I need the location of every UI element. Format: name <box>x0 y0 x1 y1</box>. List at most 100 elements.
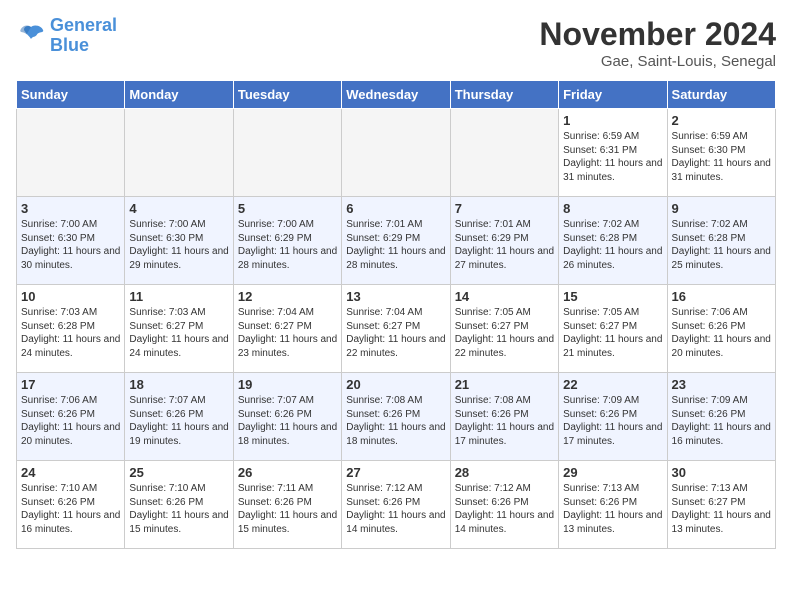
day-info: Sunrise: 7:13 AMSunset: 6:26 PMDaylight:… <box>563 482 662 536</box>
calendar-week-row: 3 Sunrise: 7:00 AMSunset: 6:30 PMDaylight… <box>17 197 776 285</box>
day-number: 28 <box>455 465 554 480</box>
day-info: Sunrise: 7:09 AMSunset: 6:26 PMDaylight:… <box>563 394 662 448</box>
calendar-week-row: 1 Sunrise: 6:59 AMSunset: 6:31 PMDaylight… <box>17 109 776 197</box>
location-subtitle: Gae, Saint-Louis, Senegal <box>539 53 776 70</box>
calendar-cell: 25 Sunrise: 7:10 AMSunset: 6:26 PMDayligh… <box>125 461 233 549</box>
day-info: Sunrise: 7:10 AMSunset: 6:26 PMDaylight:… <box>21 482 120 536</box>
calendar-cell: 9 Sunrise: 7:02 AMSunset: 6:28 PMDaylight… <box>667 197 775 285</box>
calendar-cell: 26 Sunrise: 7:11 AMSunset: 6:26 PMDayligh… <box>233 461 341 549</box>
calendar-cell: 4 Sunrise: 7:00 AMSunset: 6:30 PMDaylight… <box>125 197 233 285</box>
day-number: 6 <box>346 201 445 216</box>
header-thursday: Thursday <box>450 81 558 109</box>
calendar-cell: 24 Sunrise: 7:10 AMSunset: 6:26 PMDayligh… <box>17 461 125 549</box>
day-number: 27 <box>346 465 445 480</box>
day-number: 25 <box>129 465 228 480</box>
day-number: 7 <box>455 201 554 216</box>
calendar-week-row: 17Sunrise: 7:06 AMSunset: 6:26 PMDayligh… <box>17 373 776 461</box>
day-number: 16 <box>672 289 771 304</box>
calendar-cell: 15Sunrise: 7:05 AMSunset: 6:27 PMDayligh… <box>559 285 667 373</box>
day-number: 15 <box>563 289 662 304</box>
day-number: 19 <box>238 377 337 392</box>
day-number: 20 <box>346 377 445 392</box>
calendar-week-row: 24 Sunrise: 7:10 AMSunset: 6:26 PMDayligh… <box>17 461 776 549</box>
day-number: 12 <box>238 289 337 304</box>
day-info: Sunrise: 7:02 AMSunset: 6:28 PMDaylight:… <box>563 218 662 272</box>
calendar-cell: 13 Sunrise: 7:04 AMSunset: 6:27 PMDayligh… <box>342 285 450 373</box>
calendar-cell: 23 Sunrise: 7:09 AMSunset: 6:26 PMDayligh… <box>667 373 775 461</box>
day-number: 29 <box>563 465 662 480</box>
month-title: November 2024 <box>539 16 776 53</box>
header-monday: Monday <box>125 81 233 109</box>
day-info: Sunrise: 7:00 AMSunset: 6:29 PMDaylight:… <box>238 218 337 272</box>
calendar-cell: 14 Sunrise: 7:05 AMSunset: 6:27 PMDayligh… <box>450 285 558 373</box>
calendar-cell: 20Sunrise: 7:08 AMSunset: 6:26 PMDayligh… <box>342 373 450 461</box>
day-number: 30 <box>672 465 771 480</box>
day-info: Sunrise: 7:11 AMSunset: 6:26 PMDaylight:… <box>238 482 337 536</box>
day-number: 9 <box>672 201 771 216</box>
day-number: 1 <box>563 113 662 128</box>
day-info: Sunrise: 7:01 AMSunset: 6:29 PMDaylight:… <box>455 218 554 272</box>
day-info: Sunrise: 7:04 AMSunset: 6:27 PMDaylight:… <box>346 306 445 360</box>
day-info: Sunrise: 7:03 AMSunset: 6:27 PMDaylight:… <box>129 306 228 360</box>
day-info: Sunrise: 7:07 AMSunset: 6:26 PMDaylight:… <box>129 394 228 448</box>
day-info: Sunrise: 7:12 AMSunset: 6:26 PMDaylight:… <box>346 482 445 536</box>
calendar-cell: 22 Sunrise: 7:09 AMSunset: 6:26 PMDayligh… <box>559 373 667 461</box>
calendar-cell: 29 Sunrise: 7:13 AMSunset: 6:26 PMDayligh… <box>559 461 667 549</box>
calendar-cell: 18 Sunrise: 7:07 AMSunset: 6:26 PMDayligh… <box>125 373 233 461</box>
day-number: 3 <box>21 201 120 216</box>
calendar-cell <box>233 109 341 197</box>
day-info: Sunrise: 7:12 AMSunset: 6:26 PMDaylight:… <box>455 482 554 536</box>
calendar-week-row: 10Sunrise: 7:03 AMSunset: 6:28 PMDayligh… <box>17 285 776 373</box>
day-info: Sunrise: 7:06 AMSunset: 6:26 PMDaylight:… <box>672 306 771 360</box>
day-info: Sunrise: 7:13 AMSunset: 6:27 PMDaylight:… <box>672 482 771 536</box>
day-number: 8 <box>563 201 662 216</box>
header-saturday: Saturday <box>667 81 775 109</box>
calendar-cell: 8 Sunrise: 7:02 AMSunset: 6:28 PMDaylight… <box>559 197 667 285</box>
calendar-cell: 12 Sunrise: 7:04 AMSunset: 6:27 PMDayligh… <box>233 285 341 373</box>
calendar-cell: 30 Sunrise: 7:13 AMSunset: 6:27 PMDayligh… <box>667 461 775 549</box>
logo-text: General Blue <box>50 16 117 56</box>
calendar-cell: 10Sunrise: 7:03 AMSunset: 6:28 PMDayligh… <box>17 285 125 373</box>
day-number: 11 <box>129 289 228 304</box>
day-number: 24 <box>21 465 120 480</box>
day-number: 2 <box>672 113 771 128</box>
day-number: 13 <box>346 289 445 304</box>
day-info: Sunrise: 7:09 AMSunset: 6:26 PMDaylight:… <box>672 394 771 448</box>
calendar-cell: 27 Sunrise: 7:12 AMSunset: 6:26 PMDayligh… <box>342 461 450 549</box>
logo-icon <box>16 21 46 51</box>
calendar-cell: 3Sunrise: 7:00 AMSunset: 6:30 PMDaylight… <box>17 197 125 285</box>
header-friday: Friday <box>559 81 667 109</box>
calendar-cell: 6 Sunrise: 7:01 AMSunset: 6:29 PMDaylight… <box>342 197 450 285</box>
day-info: Sunrise: 7:02 AMSunset: 6:28 PMDaylight:… <box>672 218 771 272</box>
day-number: 5 <box>238 201 337 216</box>
header-tuesday: Tuesday <box>233 81 341 109</box>
calendar-table: SundayMondayTuesdayWednesdayThursdayFrid… <box>16 80 776 549</box>
day-number: 26 <box>238 465 337 480</box>
calendar-cell: 16 Sunrise: 7:06 AMSunset: 6:26 PMDayligh… <box>667 285 775 373</box>
day-info: Sunrise: 7:06 AMSunset: 6:26 PMDaylight:… <box>21 394 120 448</box>
calendar-cell: 2Sunrise: 6:59 AMSunset: 6:30 PMDaylight… <box>667 109 775 197</box>
header-sunday: Sunday <box>17 81 125 109</box>
day-info: Sunrise: 7:00 AMSunset: 6:30 PMDaylight:… <box>129 218 228 272</box>
day-info: Sunrise: 7:04 AMSunset: 6:27 PMDaylight:… <box>238 306 337 360</box>
day-number: 23 <box>672 377 771 392</box>
day-number: 14 <box>455 289 554 304</box>
day-info: Sunrise: 7:05 AMSunset: 6:27 PMDaylight:… <box>455 306 554 360</box>
calendar-cell <box>342 109 450 197</box>
day-number: 22 <box>563 377 662 392</box>
day-info: Sunrise: 7:03 AMSunset: 6:28 PMDaylight:… <box>21 306 120 360</box>
calendar-cell <box>125 109 233 197</box>
calendar-cell: 17Sunrise: 7:06 AMSunset: 6:26 PMDayligh… <box>17 373 125 461</box>
calendar-cell: 7 Sunrise: 7:01 AMSunset: 6:29 PMDaylight… <box>450 197 558 285</box>
day-number: 18 <box>129 377 228 392</box>
logo: General Blue <box>16 16 117 56</box>
calendar-cell <box>450 109 558 197</box>
day-info: Sunrise: 7:10 AMSunset: 6:26 PMDaylight:… <box>129 482 228 536</box>
header-wednesday: Wednesday <box>342 81 450 109</box>
calendar-cell: 28 Sunrise: 7:12 AMSunset: 6:26 PMDayligh… <box>450 461 558 549</box>
day-info: Sunrise: 7:01 AMSunset: 6:29 PMDaylight:… <box>346 218 445 272</box>
day-number: 4 <box>129 201 228 216</box>
calendar-cell: 21Sunrise: 7:08 AMSunset: 6:26 PMDayligh… <box>450 373 558 461</box>
calendar-cell <box>17 109 125 197</box>
day-info: Sunrise: 6:59 AMSunset: 6:31 PMDaylight:… <box>563 130 662 184</box>
